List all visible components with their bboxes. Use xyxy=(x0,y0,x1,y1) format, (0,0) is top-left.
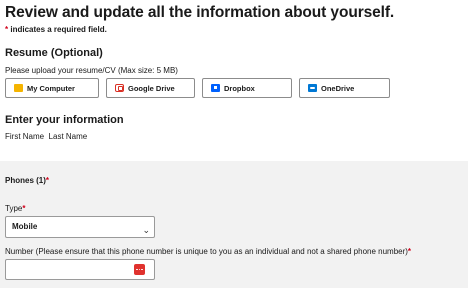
password-manager-icon[interactable] xyxy=(134,264,145,275)
google-drive-label: Google Drive xyxy=(128,83,175,93)
onedrive-button[interactable]: OneDrive xyxy=(299,78,390,98)
type-label-text: Type xyxy=(5,204,23,213)
application-page: Review and update all the information ab… xyxy=(0,0,468,288)
my-computer-button[interactable]: My Computer xyxy=(5,78,99,98)
google-drive-button[interactable]: Google Drive xyxy=(106,78,195,98)
phone-type-select[interactable]: Mobile ⌄ xyxy=(5,216,155,238)
phone-number-input[interactable] xyxy=(5,259,155,280)
onedrive-label: OneDrive xyxy=(321,83,355,93)
phones-heading: Phones (1)* xyxy=(5,176,49,185)
chevron-down-icon: ⌄ xyxy=(142,225,150,235)
required-note-text: indicates a required field. xyxy=(8,25,107,34)
google-drive-icon xyxy=(115,84,124,92)
resume-heading: Resume (Optional) xyxy=(5,47,103,59)
type-label: Type* xyxy=(5,204,25,213)
name-display: First Name Last Name xyxy=(5,132,88,141)
enter-information-heading: Enter your information xyxy=(5,114,124,126)
phones-required-star: * xyxy=(45,176,50,185)
phone-type-value: Mobile xyxy=(12,222,38,231)
page-title: Review and update all the information ab… xyxy=(5,4,395,21)
number-label: Number (Please ensure that this phone nu… xyxy=(5,247,411,256)
upload-source-buttons: My Computer Google Drive Dropbox OneDriv… xyxy=(5,78,397,98)
resume-instructions: Please upload your resume/CV (Max size: … xyxy=(5,66,178,75)
onedrive-icon xyxy=(308,84,317,92)
type-required-star: * xyxy=(22,204,26,213)
dropbox-icon xyxy=(211,84,220,92)
dropbox-label: Dropbox xyxy=(224,83,255,93)
my-computer-label: My Computer xyxy=(27,83,75,93)
number-required-star: * xyxy=(407,247,412,256)
dropbox-button[interactable]: Dropbox xyxy=(202,78,292,98)
folder-icon xyxy=(14,84,23,92)
number-label-text: Number (Please ensure that this phone nu… xyxy=(5,247,408,256)
phones-heading-text: Phones (1) xyxy=(5,176,46,185)
required-field-note: * indicates a required field. xyxy=(5,25,107,34)
